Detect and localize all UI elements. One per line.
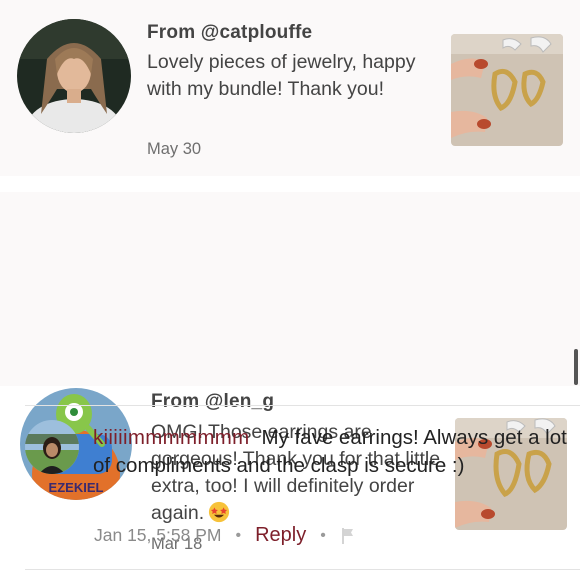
separator-dot: • bbox=[320, 526, 326, 544]
flag-icon[interactable] bbox=[340, 527, 356, 545]
avatar-photo bbox=[25, 420, 79, 474]
divider bbox=[25, 405, 580, 406]
review-card: From @catplouffe Lovely pieces of jewelr… bbox=[0, 0, 580, 176]
review-author[interactable]: From @len_g bbox=[151, 391, 274, 413]
earrings-photo bbox=[451, 34, 563, 146]
reviewer-avatar[interactable] bbox=[17, 19, 131, 133]
reply-button[interactable]: Reply bbox=[255, 524, 306, 547]
comment-meta: Jan 15, 5:58 PM • Reply • bbox=[94, 524, 356, 547]
comment-username[interactable]: kiiiiimmmmmmm bbox=[93, 426, 249, 449]
separator-dot: • bbox=[235, 526, 242, 544]
avatar-caption: EZEKIEL bbox=[49, 480, 104, 495]
scrollbar-thumb[interactable] bbox=[574, 349, 578, 385]
smiling-face-with-starry-eyes-emoji bbox=[209, 501, 230, 523]
commenter-avatar[interactable] bbox=[25, 420, 79, 474]
review-card: EZEKIEL From @len_g OMG! Those earrings … bbox=[0, 192, 580, 553]
comment-body: kiiiiimmmmmmm My fave earrings! Always ge… bbox=[93, 424, 568, 480]
product-thumbnail[interactable] bbox=[451, 34, 563, 146]
review-author[interactable]: From @catplouffe bbox=[147, 22, 312, 44]
review-date: May 30 bbox=[147, 140, 202, 158]
review-text: Lovely pieces of jewelry, happy with my … bbox=[147, 51, 416, 100]
avatar-photo bbox=[17, 19, 131, 133]
comment-timestamp: Jan 15, 5:58 PM bbox=[94, 525, 222, 545]
divider bbox=[25, 569, 580, 570]
